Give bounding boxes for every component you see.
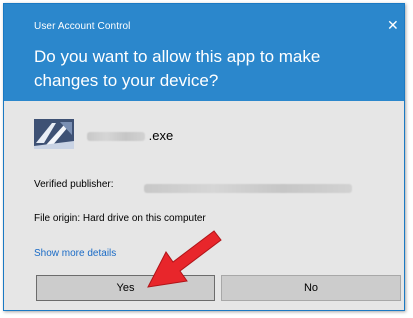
app-installer-icon <box>34 119 74 149</box>
window-title: User Account Control <box>34 21 131 32</box>
app-filename: .exe <box>87 128 173 143</box>
background-text-fragment <box>0 311 413 318</box>
redacted-filename <box>87 132 145 142</box>
dialog-header: User Account Control ✕ Do you want to al… <box>4 4 404 101</box>
close-icon[interactable]: ✕ <box>387 18 399 32</box>
prompt-question: Do you want to allow this app to make ch… <box>34 47 321 90</box>
publisher-value-redacted <box>144 180 352 198</box>
no-button[interactable]: No <box>221 275 401 301</box>
yes-button[interactable]: Yes <box>36 275 215 301</box>
publisher-label: Verified publisher: <box>34 179 114 190</box>
file-origin: File origin: Hard drive on this computer <box>34 213 206 224</box>
uac-dialog: User Account Control ✕ Do you want to al… <box>3 3 405 311</box>
show-more-details-link[interactable]: Show more details <box>34 248 116 259</box>
file-extension: .exe <box>148 128 174 143</box>
